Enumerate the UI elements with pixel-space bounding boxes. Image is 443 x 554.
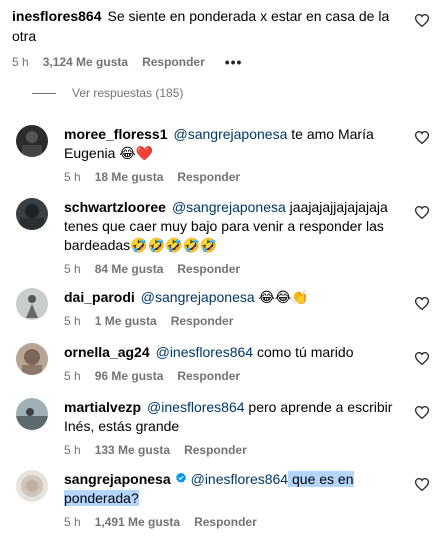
reply-likes[interactable]: 96 Me gusta bbox=[95, 369, 164, 383]
like-heart-icon[interactable] bbox=[415, 406, 429, 419]
reply-meta: 5 h 1 Me gusta Responder bbox=[64, 313, 404, 329]
reply-body: martialvezp @inesflores864 pero aprende a… bbox=[64, 398, 404, 458]
reply-mention[interactable]: @sangrejaponesa bbox=[174, 126, 288, 142]
reply-likes[interactable]: 1,491 Me gusta bbox=[95, 515, 180, 529]
reply-meta: 5 h 96 Me gusta Responder bbox=[64, 368, 404, 384]
like-heart-icon[interactable] bbox=[415, 206, 429, 219]
view-replies-label: Ver respuestas (185) bbox=[72, 86, 184, 100]
reply-likes[interactable]: 18 Me gusta bbox=[95, 170, 164, 184]
avatar[interactable] bbox=[16, 198, 48, 230]
comment-time: 5 h bbox=[12, 55, 29, 69]
view-replies-toggle[interactable]: Ver respuestas (185) bbox=[32, 86, 183, 100]
reply-username[interactable]: sangrejaponesa bbox=[64, 471, 171, 487]
like-heart-icon[interactable] bbox=[415, 14, 429, 27]
reply-button[interactable]: Responder bbox=[177, 170, 240, 184]
reply-button[interactable]: Responder bbox=[194, 515, 257, 529]
reply-body: dai_parodi @sangrejaponesa 😂😂👏 5 h 1 Me g… bbox=[64, 288, 404, 329]
reply-body: moree_floress1 @sangrejaponesa te amo Mar… bbox=[64, 125, 404, 185]
reply-time: 5 h bbox=[64, 515, 81, 529]
reply-text: dai_parodi @sangrejaponesa 😂😂👏 bbox=[64, 288, 404, 307]
reply-time: 5 h bbox=[64, 314, 81, 328]
reply-button[interactable]: Responder bbox=[177, 369, 240, 383]
reply-text: sangrejaponesa @inesflores864 que es en p… bbox=[64, 470, 404, 508]
reply-button[interactable]: Responder bbox=[177, 262, 240, 276]
reply-mention[interactable]: @inesflores864 bbox=[147, 399, 245, 415]
reply-meta: 5 h 18 Me gusta Responder bbox=[64, 169, 404, 185]
avatar[interactable] bbox=[16, 470, 48, 502]
reply-mention[interactable]: @sangrejaponesa bbox=[172, 199, 286, 215]
comment-likes[interactable]: 3,124 Me gusta bbox=[43, 55, 128, 69]
reply-time: 5 h bbox=[64, 262, 81, 276]
reply-username[interactable]: ornella_ag24 bbox=[64, 344, 150, 360]
comment-text: inesflores864 Se siente en ponderada x es… bbox=[12, 6, 412, 46]
reply-username[interactable]: schwartzlooree bbox=[64, 199, 166, 215]
like-heart-icon[interactable] bbox=[415, 478, 429, 491]
comment-meta: 5 h 3,124 Me gusta Responder ••• bbox=[12, 54, 412, 70]
reply-meta: 5 h 84 Me gusta Responder bbox=[64, 261, 404, 277]
reply-body: schwartzlooree @sangrejaponesa jaajajajja… bbox=[64, 198, 404, 277]
reply-username[interactable]: moree_floress1 bbox=[64, 126, 168, 142]
avatar[interactable] bbox=[16, 288, 48, 320]
reply-likes[interactable]: 133 Me gusta bbox=[95, 443, 170, 457]
reply-time: 5 h bbox=[64, 443, 81, 457]
avatar[interactable] bbox=[16, 398, 48, 430]
like-heart-icon[interactable] bbox=[415, 131, 429, 144]
verified-badge-icon bbox=[175, 470, 187, 483]
reply-body-text: 😂😂👏 bbox=[254, 289, 309, 305]
reply-username[interactable]: martialvezp bbox=[64, 399, 141, 415]
reply-time: 5 h bbox=[64, 170, 81, 184]
reply-body: sangrejaponesa @inesflores864 que es en p… bbox=[64, 470, 404, 530]
like-heart-icon[interactable] bbox=[415, 352, 429, 365]
reply-likes[interactable]: 84 Me gusta bbox=[95, 262, 164, 276]
reply-button[interactable]: Responder bbox=[171, 314, 234, 328]
avatar[interactable] bbox=[16, 343, 48, 375]
divider-line bbox=[32, 92, 56, 94]
reply-mention[interactable]: @sangrejaponesa bbox=[141, 289, 255, 305]
reply-button[interactable]: Responder bbox=[184, 443, 247, 457]
reply-username[interactable]: dai_parodi bbox=[64, 289, 135, 305]
top-comment: inesflores864 Se siente en ponderada x es… bbox=[12, 6, 412, 70]
reply-mention[interactable]: @inesflores864 bbox=[191, 471, 289, 487]
reply-button[interactable]: Responder bbox=[142, 55, 205, 69]
reply-text: schwartzlooree @sangrejaponesa jaajajajja… bbox=[64, 198, 404, 255]
reply-meta: 5 h 133 Me gusta Responder bbox=[64, 442, 404, 458]
comment-username[interactable]: inesflores864 bbox=[12, 8, 102, 24]
reply-likes[interactable]: 1 Me gusta bbox=[95, 314, 157, 328]
reply-body-text: como tú marido bbox=[253, 344, 354, 360]
avatar[interactable] bbox=[16, 125, 48, 157]
more-options-icon[interactable]: ••• bbox=[225, 54, 243, 70]
reply-text: ornella_ag24 @inesflores864 como tú marid… bbox=[64, 343, 404, 362]
reply-text: martialvezp @inesflores864 pero aprende a… bbox=[64, 398, 404, 436]
reply-time: 5 h bbox=[64, 369, 81, 383]
like-heart-icon[interactable] bbox=[415, 297, 429, 310]
reply-text: moree_floress1 @sangrejaponesa te amo Mar… bbox=[64, 125, 404, 163]
reply-body: ornella_ag24 @inesflores864 como tú marid… bbox=[64, 343, 404, 384]
reply-mention[interactable]: @inesflores864 bbox=[156, 344, 254, 360]
reply-meta: 5 h 1,491 Me gusta Responder bbox=[64, 514, 404, 530]
